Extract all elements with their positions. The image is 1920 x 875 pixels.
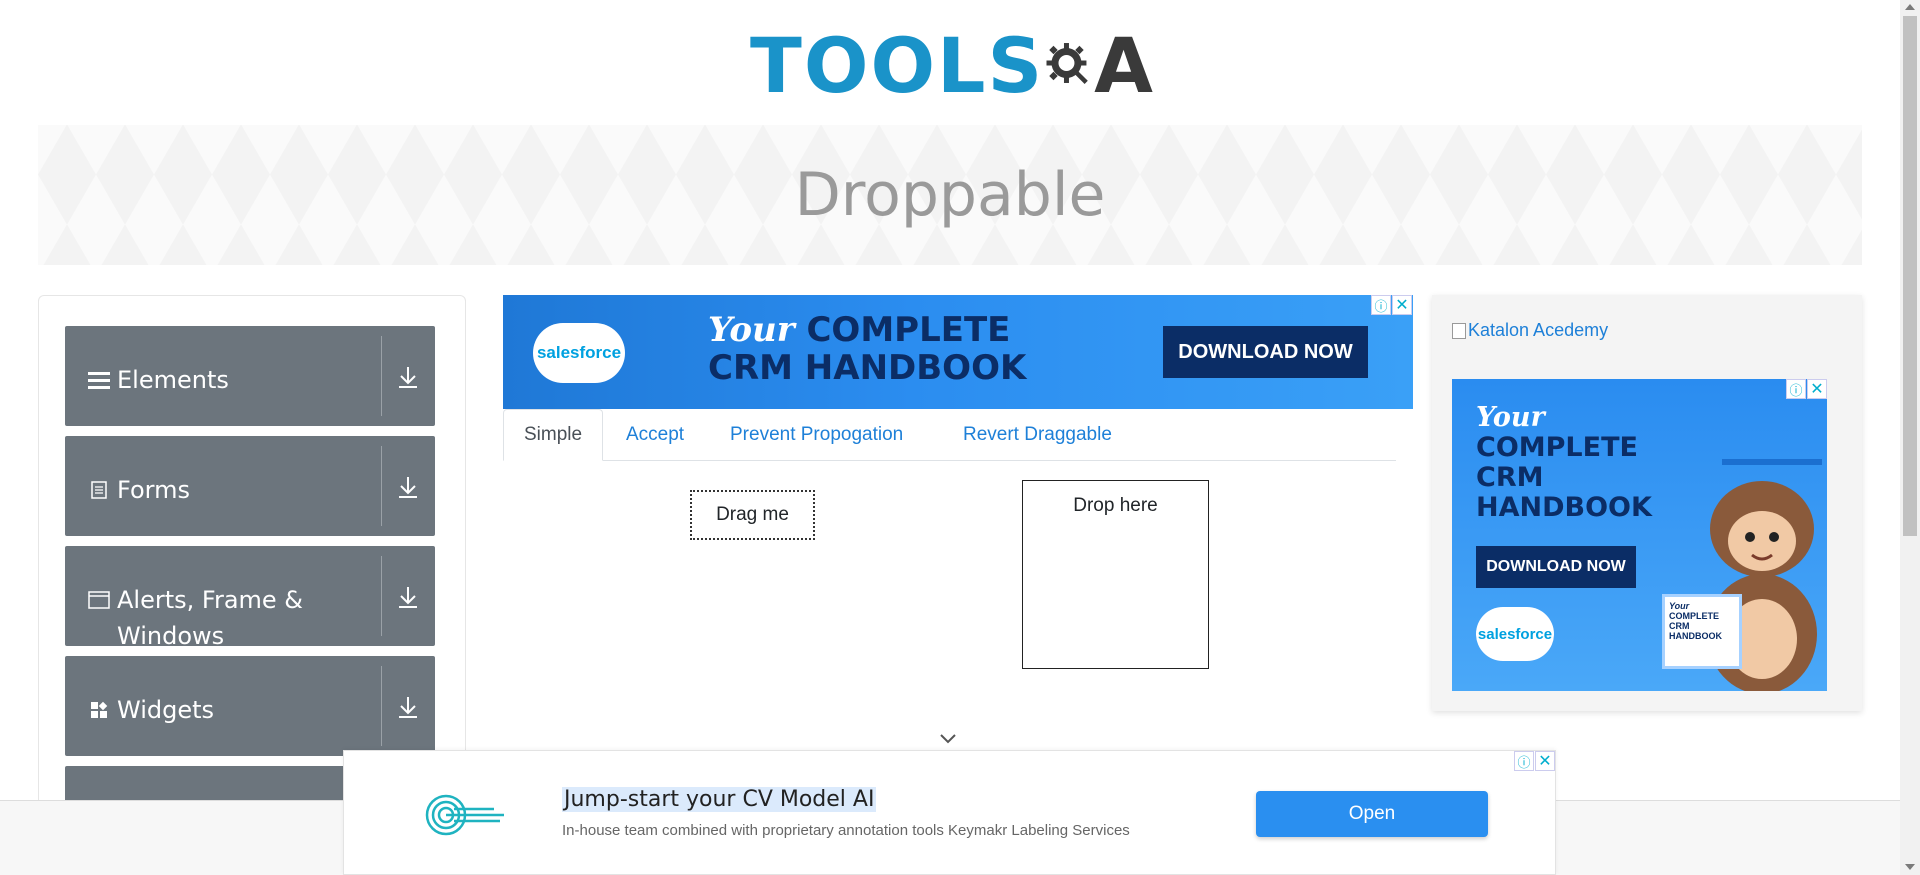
katalon-alt-text: Katalon Acedemy xyxy=(1468,320,1609,340)
bottom-ad-subtitle: In-house team combined with proprietary … xyxy=(562,822,1130,839)
divider xyxy=(381,446,382,526)
sidebar-group-label: Alerts, Frame & Windows xyxy=(117,586,304,650)
tab-revert-draggable[interactable]: Revert Draggable xyxy=(943,409,1132,461)
window-icon xyxy=(87,582,111,618)
scroll-up-arrow-icon[interactable] xyxy=(1905,4,1915,10)
page-title: Droppable xyxy=(794,160,1106,230)
close-icon[interactable]: ✕ xyxy=(1392,295,1412,315)
book-title: COMPLETE CRM HANDBOOK xyxy=(1669,611,1722,641)
logo-a-text: A xyxy=(1094,20,1155,110)
ad-download-button[interactable]: DOWNLOAD NOW xyxy=(1163,326,1368,378)
document-icon xyxy=(87,472,111,508)
widgets-icon xyxy=(87,692,111,728)
download-arrow-icon[interactable] xyxy=(393,362,423,392)
divider xyxy=(381,556,382,636)
page-banner: Droppable xyxy=(38,125,1862,265)
sidebar-group-label: Forms xyxy=(117,476,190,504)
gear-magnifier-icon xyxy=(1046,43,1089,84)
bottom-ad-title[interactable]: Jump-start your CV Model AI xyxy=(562,787,877,812)
broken-image-icon xyxy=(1452,322,1466,339)
sidebar-group-elements[interactable]: Elements xyxy=(65,326,435,426)
ad-headline: Your COMPLETE CRM HANDBOOK xyxy=(708,311,1026,387)
side-ad-line3: HANDBOOK xyxy=(1476,492,1652,523)
droppable-tabs: Simple Accept Prevent Propogation Revert… xyxy=(503,409,1396,461)
side-ad-italic: Your xyxy=(1476,402,1545,433)
sidebar-group-label: Elements xyxy=(117,366,229,394)
sidebar-group-label: Widgets xyxy=(117,696,215,724)
page: TOOLS A Droppable Elements Forms Alerts,… xyxy=(0,0,1920,875)
adchoices-icon[interactable]: ⓘ xyxy=(1514,751,1534,771)
keymakr-logo-icon xyxy=(425,794,504,836)
sidebar-group-widgets[interactable]: Widgets xyxy=(65,656,435,756)
tab-simple[interactable]: Simple xyxy=(503,409,604,461)
logo-tools-text: TOOLS xyxy=(750,20,1045,110)
top-banner-ad[interactable]: salesforce Your COMPLETE CRM HANDBOOK DO… xyxy=(503,295,1413,409)
vertical-scrollbar[interactable] xyxy=(1900,0,1920,875)
side-ad-line1: COMPLETE xyxy=(1476,432,1638,463)
tab-prevent-propogation[interactable]: Prevent Propogation xyxy=(710,409,923,461)
download-arrow-icon[interactable] xyxy=(393,692,423,722)
hamburger-icon xyxy=(87,362,111,398)
sidebar-group-alerts[interactable]: Alerts, Frame & Windows xyxy=(65,546,435,650)
download-arrow-icon[interactable] xyxy=(393,582,423,612)
side-ad-headline: Your COMPLETE CRM HANDBOOK xyxy=(1476,403,1652,523)
close-icon[interactable]: ✕ xyxy=(1807,379,1827,399)
ad-headline-italic: Your xyxy=(708,310,795,350)
adchoices-icon[interactable]: ⓘ xyxy=(1786,379,1806,399)
download-arrow-icon[interactable] xyxy=(393,472,423,502)
chevron-down-icon[interactable] xyxy=(938,732,958,746)
scrollbar-thumb[interactable] xyxy=(1903,16,1917,536)
katalon-academy-link[interactable]: Katalon Acedemy xyxy=(1452,320,1608,341)
salesforce-logo: salesforce xyxy=(1476,607,1554,661)
divider xyxy=(381,666,382,746)
side-ad-download-button[interactable]: DOWNLOAD NOW xyxy=(1476,546,1636,588)
sidebar-group-forms[interactable]: Forms xyxy=(65,436,435,536)
close-icon[interactable]: ✕ xyxy=(1535,751,1555,771)
tab-accept[interactable]: Accept xyxy=(606,409,704,461)
bottom-ad-open-button[interactable]: Open xyxy=(1256,791,1488,837)
salesforce-logo: salesforce xyxy=(533,323,625,383)
ad-headline-line2: CRM HANDBOOK xyxy=(708,348,1027,388)
toolsqa-logo[interactable]: TOOLS A xyxy=(750,18,1155,113)
side-ad-line2: CRM xyxy=(1476,462,1544,493)
draggable-box[interactable]: Drag me xyxy=(690,490,815,540)
handbook-cover: Your COMPLETE CRM HANDBOOK xyxy=(1662,594,1742,669)
divider xyxy=(381,336,382,416)
right-sidebar: Katalon Acedemy Your COMPLETE CRM HANDBO… xyxy=(1432,295,1862,711)
ad-headline-line1: COMPLETE xyxy=(806,310,1011,350)
droppable-target[interactable]: Drop here xyxy=(1022,480,1209,669)
side-banner-ad[interactable]: Your COMPLETE CRM HANDBOOK DOWNLOAD NOW … xyxy=(1452,379,1827,691)
book-italic: Your xyxy=(1669,601,1690,611)
bottom-sticky-ad[interactable]: Jump-start your CV Model AI In-house tea… xyxy=(343,750,1556,875)
adchoices-icon[interactable]: ⓘ xyxy=(1371,295,1391,315)
scroll-down-arrow-icon[interactable] xyxy=(1905,864,1915,870)
